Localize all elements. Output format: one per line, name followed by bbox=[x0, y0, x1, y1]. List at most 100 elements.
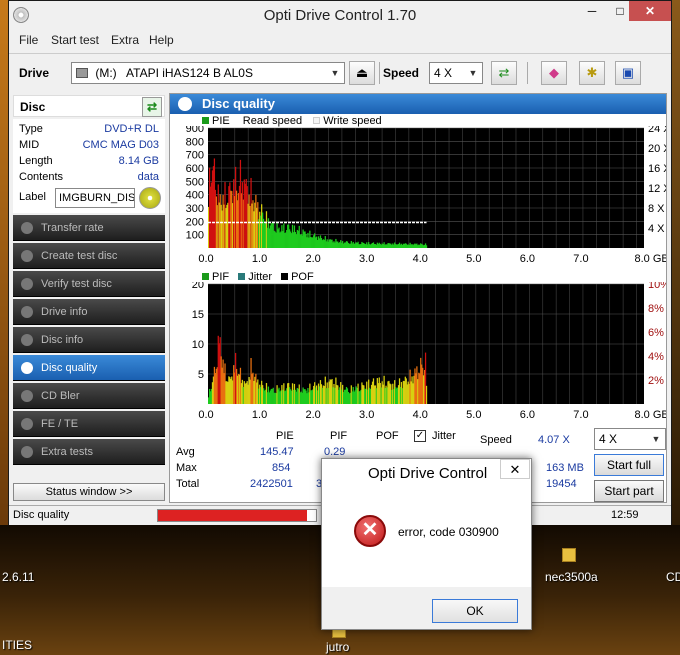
y2-tick-label: 8% bbox=[648, 303, 664, 315]
nav-label: Create test disc bbox=[41, 250, 118, 262]
refresh-icon: ⇄ bbox=[146, 100, 158, 114]
ok-button[interactable]: OK bbox=[432, 599, 518, 623]
menu-help[interactable]: Help bbox=[149, 33, 174, 47]
drive-label: Drive bbox=[19, 66, 50, 80]
speed-select[interactable]: 4 X ▼ bbox=[429, 62, 483, 84]
y-tick-label: 200 bbox=[186, 216, 204, 228]
nav-transfer-rate[interactable]: Transfer rate bbox=[13, 215, 165, 241]
y-tick-label: 400 bbox=[186, 190, 204, 202]
x-tick-label: 3.0 bbox=[359, 253, 374, 265]
desktop-left-strip bbox=[0, 0, 8, 525]
disc-type-value: DVD+R DL bbox=[104, 123, 159, 135]
nav-create-test-disc[interactable]: Create test disc bbox=[13, 243, 165, 269]
save-button[interactable]: ▣ bbox=[615, 61, 641, 85]
x-tick-label: 2.0 bbox=[305, 409, 320, 421]
folder-icon[interactable] bbox=[562, 548, 576, 562]
desktop-label[interactable]: nec3500a bbox=[545, 570, 598, 584]
status-window-button[interactable]: Status window >> bbox=[13, 483, 165, 501]
start-part-button[interactable]: Start part bbox=[594, 480, 664, 502]
y-tick-label: 800 bbox=[186, 136, 204, 148]
pif-bar bbox=[425, 385, 428, 404]
x-tick-label: 1.0 bbox=[252, 253, 267, 265]
nav-verify-test-disc[interactable]: Verify test disc bbox=[13, 271, 165, 297]
drive-info-icon bbox=[21, 306, 33, 318]
disc-label-field[interactable]: IMGBURN_DIS bbox=[55, 188, 135, 208]
progress-bar bbox=[157, 509, 317, 522]
stat-header-pif: PIF bbox=[330, 430, 348, 442]
nav-disc-info[interactable]: Disc info bbox=[13, 327, 165, 353]
elapsed-readout: 19454 bbox=[546, 478, 577, 490]
y-tick-label: 20 bbox=[192, 282, 204, 291]
nav-label: CD Bler bbox=[41, 390, 80, 402]
erase-button[interactable]: ◆ bbox=[541, 61, 567, 85]
stat-label: Avg bbox=[176, 446, 195, 458]
y2-tick-label: 24 X bbox=[648, 126, 666, 135]
x-tick-label: 0.0 bbox=[198, 253, 213, 265]
disc-quality-icon bbox=[21, 362, 33, 374]
verify-disc-icon bbox=[21, 278, 33, 290]
disc-info-icon bbox=[21, 334, 33, 346]
desktop-label[interactable]: CD bbox=[666, 570, 680, 584]
position-readout: 163 MB bbox=[546, 462, 584, 474]
nav-extra-tests[interactable]: Extra tests bbox=[13, 439, 165, 465]
dialog-close-button[interactable]: ✕ bbox=[500, 459, 530, 479]
menu-file[interactable]: File bbox=[19, 33, 38, 47]
apply-label-button[interactable] bbox=[139, 187, 161, 209]
eject-icon: ⏏ bbox=[355, 65, 369, 80]
close-button[interactable]: ✕ bbox=[629, 1, 671, 21]
x-tick-label: 1.0 bbox=[252, 409, 267, 421]
legend-swatch bbox=[238, 273, 246, 280]
status-time: 12:59 bbox=[611, 509, 639, 521]
cd-bler-icon bbox=[21, 390, 33, 402]
x-tick-label: 4.0 bbox=[413, 409, 428, 421]
transfer-rate-icon bbox=[21, 222, 33, 234]
test-speed-value: 4 X bbox=[599, 432, 618, 446]
menu-start-test[interactable]: Start test bbox=[51, 33, 99, 47]
drive-select[interactable]: (M:) ATAPI iHAS124 B AL0S ▼ bbox=[71, 62, 345, 84]
start-full-button[interactable]: Start full bbox=[594, 454, 664, 476]
stat-header-pof: POF bbox=[376, 430, 399, 442]
drive-letter: (M:) bbox=[95, 66, 117, 80]
settings-button[interactable]: ✱ bbox=[579, 61, 605, 85]
nav-cd-bler[interactable]: CD Bler bbox=[13, 383, 165, 409]
y-tick-label: 5 bbox=[198, 369, 204, 381]
main-window: Opti Drive Control 1.70 ─ □ ✕ File Start… bbox=[8, 0, 672, 525]
eject-button[interactable]: ⏏ bbox=[349, 61, 375, 85]
disc-length-value: 8.14 GB bbox=[118, 155, 159, 167]
nav-label: Verify test disc bbox=[41, 278, 112, 290]
stat-total-pie: 2422501 bbox=[250, 478, 293, 490]
x-tick-label: 8.0 GB bbox=[635, 409, 666, 421]
speed-value: 4 X bbox=[434, 66, 453, 80]
jitter-checkbox[interactable]: ✓ bbox=[414, 430, 426, 442]
menu-bar: File Start test Extra Help bbox=[9, 31, 671, 49]
legend-swatch bbox=[313, 117, 321, 124]
toolbar-separator bbox=[527, 62, 528, 84]
disc-header: Disc ⇄ bbox=[13, 95, 165, 117]
stat-max-pie: 854 bbox=[272, 462, 291, 474]
progress-fill bbox=[158, 510, 307, 521]
refresh-button[interactable]: ⇄ bbox=[491, 61, 517, 85]
nav-drive-info[interactable]: Drive info bbox=[13, 299, 165, 325]
pie-bar bbox=[425, 245, 428, 248]
x-tick-label: 7.0 bbox=[573, 253, 588, 265]
nav-fe-te[interactable]: FE / TE bbox=[13, 411, 165, 437]
dialog-body: ✕ error, code 030900 bbox=[328, 489, 525, 587]
chevron-down-icon: ▼ bbox=[468, 68, 478, 78]
disc-quality-panel: Disc quality PIE Read speed Write speed … bbox=[169, 93, 667, 503]
x-tick-label: 6.0 bbox=[520, 253, 535, 265]
y2-tick-label: 20 X bbox=[648, 143, 666, 155]
nav-disc-quality[interactable]: Disc quality bbox=[13, 355, 165, 381]
desktop-label[interactable]: jutro bbox=[326, 640, 349, 654]
disc-refresh-button[interactable]: ⇄ bbox=[142, 97, 162, 117]
stat-header-jitter: Jitter bbox=[432, 430, 456, 442]
minimize-button[interactable]: ─ bbox=[579, 1, 605, 21]
y-tick-label: 100 bbox=[186, 230, 204, 242]
nav-label: FE / TE bbox=[41, 418, 79, 430]
x-tick-label: 0.0 bbox=[198, 409, 213, 421]
test-speed-select[interactable]: 4 X ▼ bbox=[594, 428, 666, 450]
desktop-label[interactable]: 2.6.11 bbox=[2, 570, 34, 584]
stat-header-pie: PIE bbox=[276, 430, 294, 442]
x-tick-label: 5.0 bbox=[466, 253, 481, 265]
menu-extra[interactable]: Extra bbox=[111, 33, 139, 47]
desktop-label[interactable]: ITIES bbox=[2, 638, 32, 652]
